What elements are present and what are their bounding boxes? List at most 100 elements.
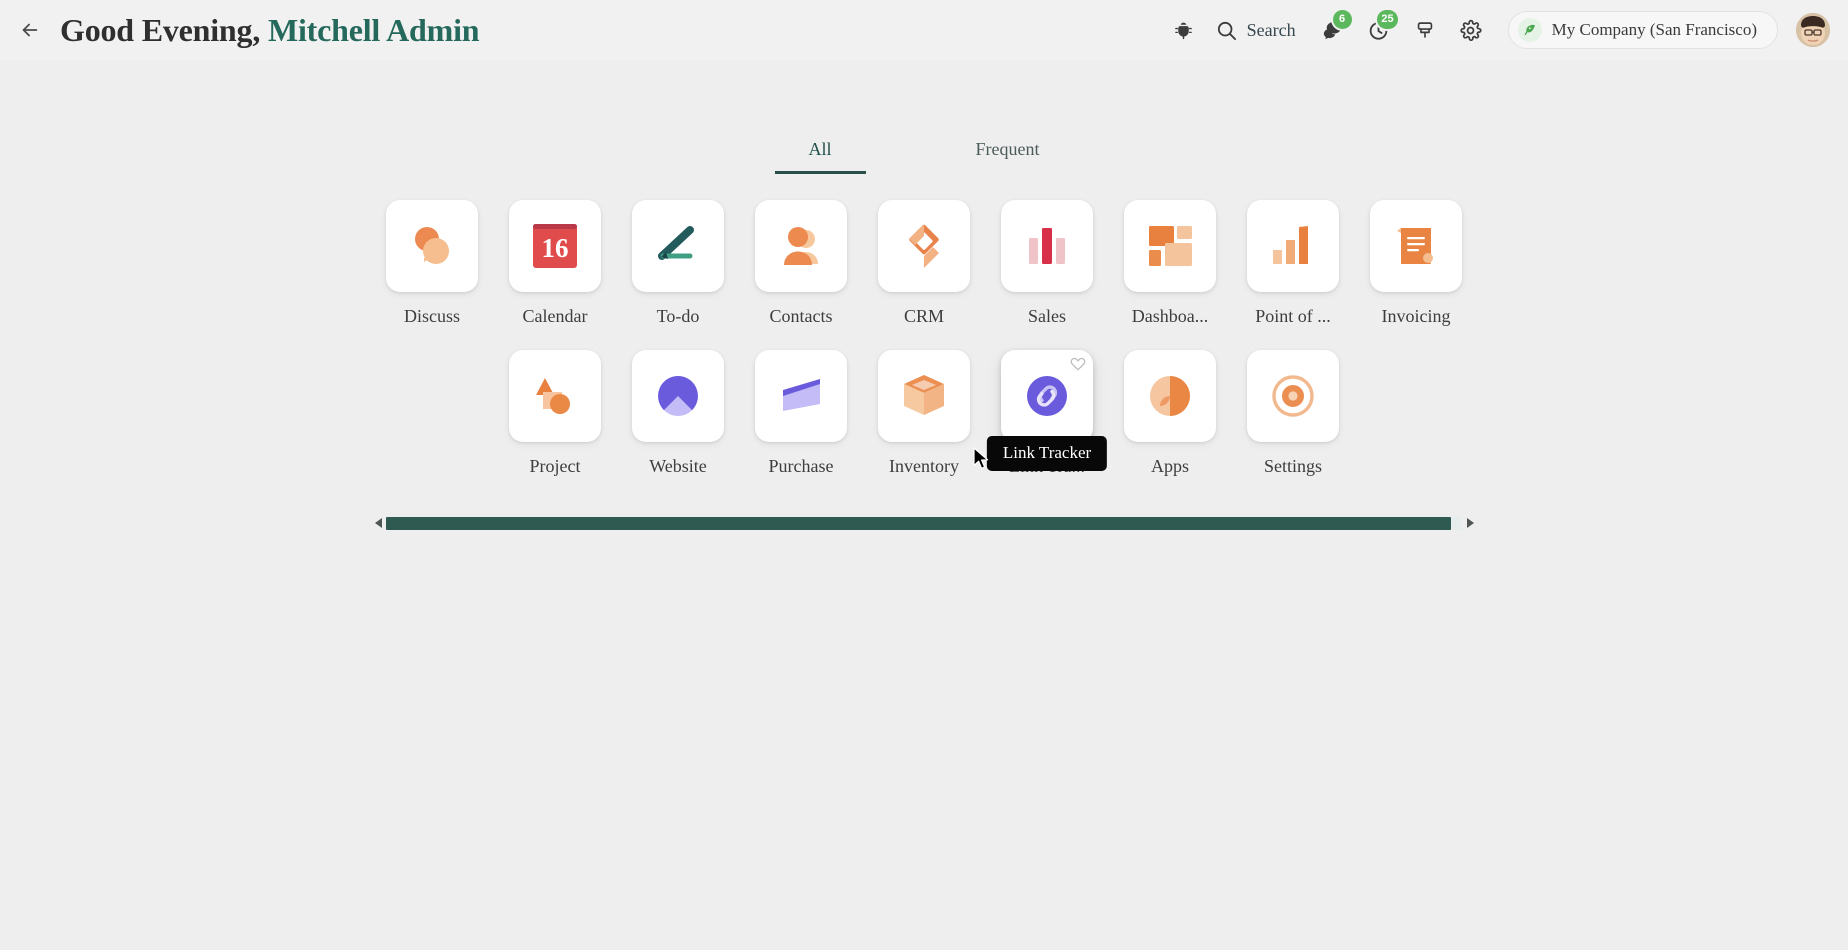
printer-icon <box>1417 22 1432 38</box>
horizontal-scrollbar[interactable] <box>374 515 1474 531</box>
app-label: Apps <box>1150 456 1189 476</box>
search-icon <box>1217 21 1236 40</box>
app-tile <box>1124 350 1216 442</box>
dashboards-icon <box>1149 226 1192 266</box>
app-crm[interactable]: CRM <box>863 200 986 327</box>
contacts-icon <box>784 227 818 265</box>
website-icon <box>658 376 698 416</box>
app-todo[interactable]: To-do <box>617 200 740 327</box>
app-tile <box>1124 200 1216 292</box>
app-label: Discuss <box>403 306 460 326</box>
app-dashboards[interactable]: Dashboa... <box>1109 200 1232 327</box>
app-invoicing[interactable]: Invoicing <box>1355 200 1478 327</box>
search-label: Search <box>1246 19 1296 40</box>
app-discuss[interactable]: Discuss <box>371 200 494 327</box>
app-project[interactable]: Project <box>494 350 617 477</box>
app-label: Settings <box>1263 456 1322 476</box>
app-label: CRM <box>903 306 945 326</box>
sales-icon <box>1029 228 1065 264</box>
calendar-day: 16 <box>542 233 569 263</box>
project-icon <box>536 378 570 414</box>
app-point-of-sale[interactable]: Point of ... <box>1232 200 1355 327</box>
back-button[interactable] <box>10 10 50 50</box>
app-label: Inventory <box>889 456 959 476</box>
app-label: Website <box>649 456 707 476</box>
app-tile <box>632 350 724 442</box>
app-label: Dashboa... <box>1131 306 1209 326</box>
scroll-left-button[interactable] <box>374 518 383 529</box>
leaf-icon-wrapper <box>1517 18 1542 42</box>
scroll-track[interactable] <box>386 516 1462 530</box>
tab-all-label: All <box>808 139 832 159</box>
app-tile <box>755 200 847 292</box>
app-tile <box>1001 200 1093 292</box>
link-tracker-icon <box>1027 376 1067 416</box>
activities-button[interactable]: 25 <box>1356 7 1402 53</box>
search-button[interactable]: Search <box>1207 7 1310 53</box>
invoicing-icon <box>1397 228 1433 264</box>
activities-badge: 25 <box>1377 10 1398 29</box>
app-website[interactable]: Website <box>617 350 740 477</box>
greeting-prefix: Good Evening, <box>60 11 261 48</box>
tab-all[interactable]: All <box>774 133 866 174</box>
app-label: Contacts <box>769 306 833 326</box>
purchase-icon <box>783 379 820 411</box>
point-of-sale-icon <box>1273 226 1308 264</box>
apps-grid: Discuss 16 Calendar To-do Contacts CRM S… <box>0 200 1848 477</box>
app-settings[interactable]: Settings <box>1232 350 1355 477</box>
app-tile <box>1001 350 1093 442</box>
app-tile <box>1247 200 1339 292</box>
messages-button[interactable]: 6 <box>1310 7 1356 53</box>
app-label: Point of ... <box>1255 306 1331 326</box>
app-contacts[interactable]: Contacts <box>740 200 863 327</box>
settings-button[interactable] <box>1448 7 1494 53</box>
app-tile <box>755 350 847 442</box>
caret-left-icon <box>374 518 382 528</box>
apps-row-1: Discuss 16 Calendar To-do Contacts CRM S… <box>371 200 1478 327</box>
app-tile <box>509 350 601 442</box>
app-label: Calendar <box>522 306 588 326</box>
apps-filter-tabs: All Frequent <box>0 133 1848 174</box>
company-name: My Company (San Francisco) <box>1551 20 1757 39</box>
top-navbar: Good Evening, Mitchell Admin Search 6 25… <box>0 0 1848 60</box>
messages-badge: 6 <box>1332 10 1352 29</box>
app-calendar[interactable]: 16 Calendar <box>494 200 617 327</box>
app-label: To-do <box>656 306 700 326</box>
apps-row-2: Project Website Purchase Inventory Link … <box>494 350 1355 477</box>
app-label: Project <box>529 456 581 476</box>
favorite-button[interactable] <box>1070 355 1086 371</box>
app-sales[interactable]: Sales <box>986 200 1109 327</box>
app-label: Invoicing <box>1381 306 1451 326</box>
debug-button[interactable] <box>1161 7 1207 53</box>
print-button[interactable] <box>1402 7 1448 53</box>
app-apps[interactable]: Apps <box>1109 350 1232 477</box>
app-link-tracker[interactable]: Link Tra... Link Tracker <box>986 350 1109 477</box>
bug-icon <box>1175 22 1192 39</box>
leaf-icon <box>1524 24 1535 35</box>
scroll-right-button[interactable] <box>1465 518 1474 529</box>
app-inventory[interactable]: Inventory <box>863 350 986 477</box>
caret-right-icon <box>1466 518 1474 528</box>
heart-icon <box>1070 357 1086 371</box>
tab-frequent[interactable]: Frequent <box>942 133 1074 174</box>
inventory-icon <box>904 375 944 415</box>
app-tile: 16 <box>509 200 601 292</box>
apps-icon <box>1150 376 1190 416</box>
app-tile <box>632 200 724 292</box>
calendar-icon: 16 <box>533 224 577 268</box>
app-tile <box>1370 200 1462 292</box>
company-switcher[interactable]: My Company (San Francisco) <box>1507 11 1778 49</box>
greeting-user-name: Mitchell Admin <box>267 11 480 48</box>
horizontal-scroll-thumb[interactable] <box>386 516 1452 530</box>
page-title: Good Evening, Mitchell Admin <box>60 11 480 49</box>
app-tile <box>386 200 478 292</box>
tab-frequent-label: Frequent <box>975 139 1040 159</box>
navbar-actions: Search 6 25 My Company (San Francisco) <box>1161 7 1830 53</box>
todo-icon <box>658 226 694 260</box>
arrow-left-icon <box>22 23 38 37</box>
app-purchase[interactable]: Purchase <box>740 350 863 477</box>
app-tile <box>1247 350 1339 442</box>
avatar-image <box>1796 13 1830 47</box>
avatar[interactable] <box>1796 13 1830 47</box>
gear-icon <box>1460 19 1482 41</box>
